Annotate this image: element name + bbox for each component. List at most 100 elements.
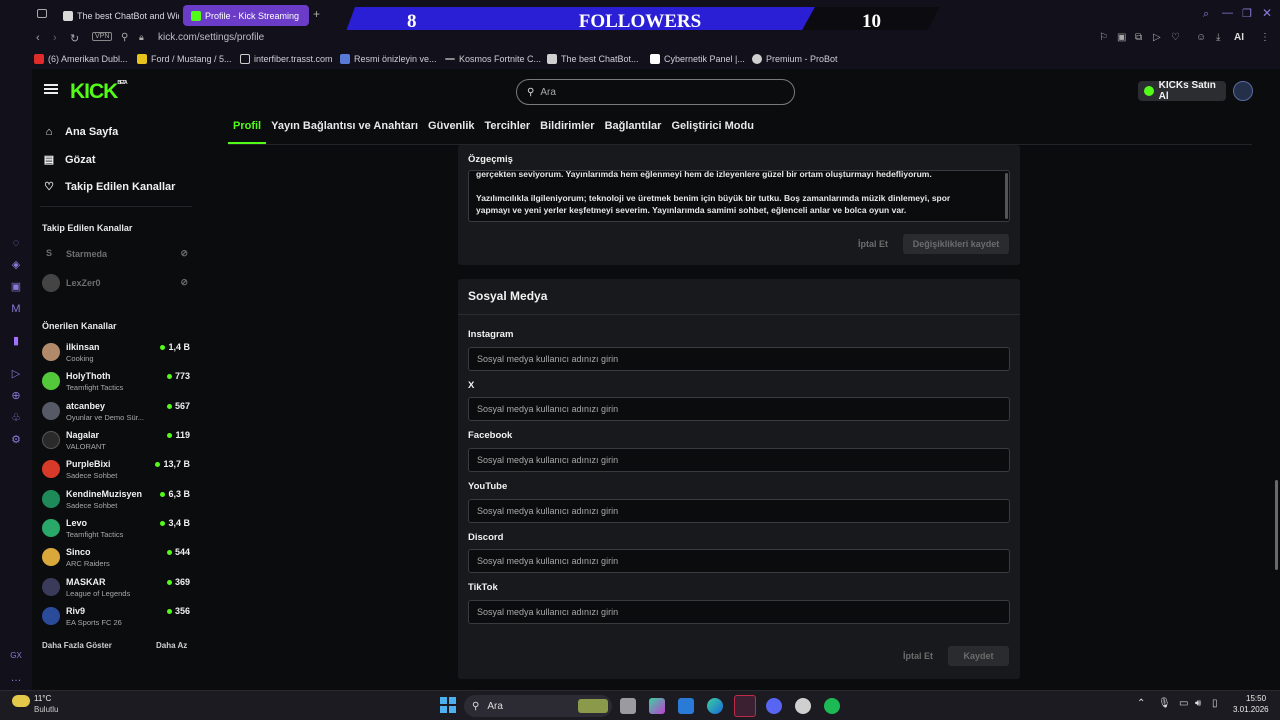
opera-gx-icon[interactable] bbox=[734, 695, 756, 717]
x-input[interactable]: Sosyal medya kullanıcı adınızı girin bbox=[468, 397, 1010, 421]
tab-security[interactable]: Güvenlik bbox=[423, 115, 479, 144]
bio-save-button[interactable]: Değişiklikleri kaydet bbox=[903, 234, 1009, 254]
tiktok-input[interactable]: Sosyal medya kullanıcı adınızı girin bbox=[468, 600, 1010, 624]
nav-home[interactable]: ⌂ Ana Sayfa bbox=[42, 126, 119, 138]
vpn-badge[interactable]: VPN bbox=[92, 32, 113, 41]
favorites-icon[interactable]: ♡ bbox=[1171, 32, 1180, 43]
minimize-icon[interactable]: — bbox=[1222, 7, 1233, 19]
kick-logo[interactable]: KICKBETA bbox=[70, 80, 128, 104]
site-info-icon[interactable]: ⚲ bbox=[121, 32, 128, 43]
discord-icon[interactable] bbox=[766, 698, 782, 714]
steam-icon[interactable] bbox=[795, 698, 811, 714]
tab-connections[interactable]: Bağlantılar bbox=[600, 115, 667, 144]
download-icon[interactable]: ⤓ bbox=[1216, 32, 1220, 43]
back-icon[interactable]: ‹ bbox=[36, 32, 40, 44]
tab-overview-icon[interactable] bbox=[37, 9, 47, 18]
youtube-input[interactable]: Sosyal medya kullanıcı adınızı girin bbox=[468, 499, 1010, 523]
weather-temp[interactable]: 11°C bbox=[34, 694, 51, 703]
player-icon[interactable]: ▷ bbox=[1153, 32, 1161, 43]
pin-icon[interactable]: ⚐ bbox=[1099, 32, 1108, 43]
buy-kicks-button[interactable]: KICKs Satın Al bbox=[1138, 80, 1226, 102]
instagram-input[interactable]: Sosyal medya kullanıcı adınızı girin bbox=[468, 347, 1010, 371]
sidebar-app-icon[interactable]: ◈ bbox=[10, 259, 22, 271]
search-tabs-icon[interactable]: ⌕ bbox=[1203, 8, 1209, 21]
bio-cancel-button[interactable]: İptal Et bbox=[858, 239, 888, 249]
mail-icon[interactable] bbox=[678, 698, 694, 714]
sidebar-app-icon[interactable]: ▣ bbox=[10, 281, 22, 293]
show-less-link[interactable]: Daha Az bbox=[156, 641, 187, 650]
volume-icon[interactable]: 🔊︎ bbox=[1195, 698, 1201, 709]
clock-date[interactable]: 3.01.2026 bbox=[1233, 705, 1269, 714]
forward-icon[interactable]: › bbox=[53, 32, 57, 44]
recommended-channel[interactable]: MASKAR League of Legends 369 bbox=[40, 573, 192, 601]
bookmark-item[interactable]: Cybernetik Panel |... bbox=[650, 54, 745, 64]
tab-notifications[interactable]: Bildirimler bbox=[535, 115, 599, 144]
maximize-icon[interactable]: ❐ bbox=[1242, 7, 1252, 20]
nav-following[interactable]: ♡ Takip Edilen Kanallar bbox=[42, 180, 175, 194]
recommended-channel[interactable]: Sinco ARC Raiders 544 bbox=[40, 543, 192, 571]
social-save-button[interactable]: Kaydet bbox=[948, 646, 1009, 666]
bookmark-item[interactable]: Resmi önizleyin ve... bbox=[340, 54, 437, 64]
sidebar-app-icon[interactable]: ♧ bbox=[10, 412, 22, 424]
search-input[interactable]: ⚲ Ara bbox=[516, 79, 795, 105]
followed-channel[interactable]: LexZer0 ⊘ bbox=[40, 273, 192, 295]
bookmark-item[interactable]: Kosmos Fortnite C... bbox=[445, 54, 541, 64]
textarea-scrollbar[interactable] bbox=[1005, 173, 1008, 219]
show-more-link[interactable]: Daha Fazla Göster bbox=[42, 641, 112, 650]
recommended-channel[interactable]: Nagalar VALORANT 119 bbox=[40, 426, 192, 454]
spotify-icon[interactable] bbox=[824, 698, 840, 714]
tab-stream-key[interactable]: Yayın Bağlantısı ve Anahtarı bbox=[266, 115, 423, 144]
recommended-channel[interactable]: KendineMuzisyen Sadece Sohbet 6,3 B bbox=[40, 485, 192, 513]
recommended-channel[interactable]: Riv9 EA Sports FC 26 356 bbox=[40, 602, 192, 630]
tray-overflow-icon[interactable]: ⌃ bbox=[1137, 698, 1145, 709]
windows-start-icon[interactable] bbox=[440, 697, 456, 713]
url-text[interactable]: kick.com/settings/profile bbox=[158, 32, 264, 43]
reload-icon[interactable]: ↻ bbox=[70, 32, 79, 45]
battery-icon[interactable]: ▯ bbox=[1212, 698, 1218, 709]
hamburger-menu-icon[interactable] bbox=[44, 84, 58, 94]
discord-input[interactable]: Sosyal medya kullanıcı adınızı girin bbox=[468, 549, 1010, 573]
bookmark-item[interactable]: Ford / Mustang / 5... bbox=[137, 54, 232, 64]
new-tab-icon[interactable]: + bbox=[313, 7, 320, 21]
twitch-icon[interactable]: ▮ bbox=[10, 335, 22, 347]
page-scrollbar[interactable] bbox=[1275, 480, 1278, 570]
weather-icon[interactable] bbox=[12, 695, 30, 707]
sidebar-app-icon[interactable]: ⊕ bbox=[10, 390, 22, 402]
tab-preferences[interactable]: Tercihler bbox=[480, 115, 536, 144]
social-cancel-button[interactable]: İptal Et bbox=[903, 651, 933, 661]
recommended-channel[interactable]: Levo Teamfight Tactics 3,4 B bbox=[40, 514, 192, 542]
bookmark-item[interactable]: (6) Amerikan Dubl... bbox=[34, 54, 128, 64]
edge-icon[interactable] bbox=[707, 698, 723, 714]
network-icon[interactable]: ▭ bbox=[1179, 698, 1188, 709]
menu-icon[interactable]: ⋮ bbox=[1260, 32, 1270, 43]
more-icon[interactable]: … bbox=[10, 672, 22, 684]
followed-channel[interactable]: S Starmeda ⊘ bbox=[40, 244, 192, 266]
tab-chatbot[interactable]: The best ChatBot and Wid bbox=[55, 5, 179, 26]
sidebar-app-icon[interactable]: ▷ bbox=[10, 368, 22, 380]
profile-icon[interactable]: ☺ bbox=[1196, 32, 1206, 43]
microphone-icon[interactable]: 🎙︎ bbox=[1158, 698, 1171, 709]
bookmark-item[interactable]: Premium - ProBot bbox=[752, 54, 838, 64]
avatar[interactable] bbox=[1233, 81, 1253, 101]
snapshot-icon[interactable]: ▣ bbox=[1117, 32, 1126, 43]
weather-desc[interactable]: Bulutlu bbox=[34, 705, 58, 714]
bookmark-item[interactable]: The best ChatBot... bbox=[547, 54, 639, 64]
gx-icon[interactable]: GX bbox=[10, 650, 22, 662]
bio-textarea[interactable]: gerçekten seviyorum. Yayınlarımda hem eğ… bbox=[468, 170, 1010, 222]
recommended-channel[interactable]: PurpleBixi Sadece Sohbet 13,7 B bbox=[40, 455, 192, 483]
recommended-channel[interactable]: atcanbey Oyunlar ve Demo Sür... 567 bbox=[40, 397, 192, 425]
task-view-icon[interactable] bbox=[620, 698, 636, 714]
nav-browse[interactable]: ▤ Gözat bbox=[42, 153, 96, 167]
clock-time[interactable]: 15:50 bbox=[1246, 694, 1266, 703]
recommended-channel[interactable]: HolyThoth Teamfight Tactics 773 bbox=[40, 367, 192, 395]
bookmark-item[interactable]: interfiber.trasst.com bbox=[240, 54, 333, 64]
copilot-icon[interactable] bbox=[649, 698, 665, 714]
sidebar-app-icon[interactable]: ◌ bbox=[10, 237, 22, 249]
facebook-input[interactable]: Sosyal medya kullanıcı adınızı girin bbox=[468, 448, 1010, 472]
tab-profile[interactable]: Profil bbox=[228, 115, 267, 144]
extensions-icon[interactable]: ⧉ bbox=[1135, 32, 1142, 43]
taskbar-search[interactable]: ⚲ Ara bbox=[464, 695, 612, 717]
aria-button[interactable]: AI bbox=[1234, 32, 1244, 43]
tab-developer[interactable]: Geliştirici Modu bbox=[666, 115, 759, 144]
recommended-channel[interactable]: ilkinsan Cooking 1,4 B bbox=[40, 338, 192, 366]
